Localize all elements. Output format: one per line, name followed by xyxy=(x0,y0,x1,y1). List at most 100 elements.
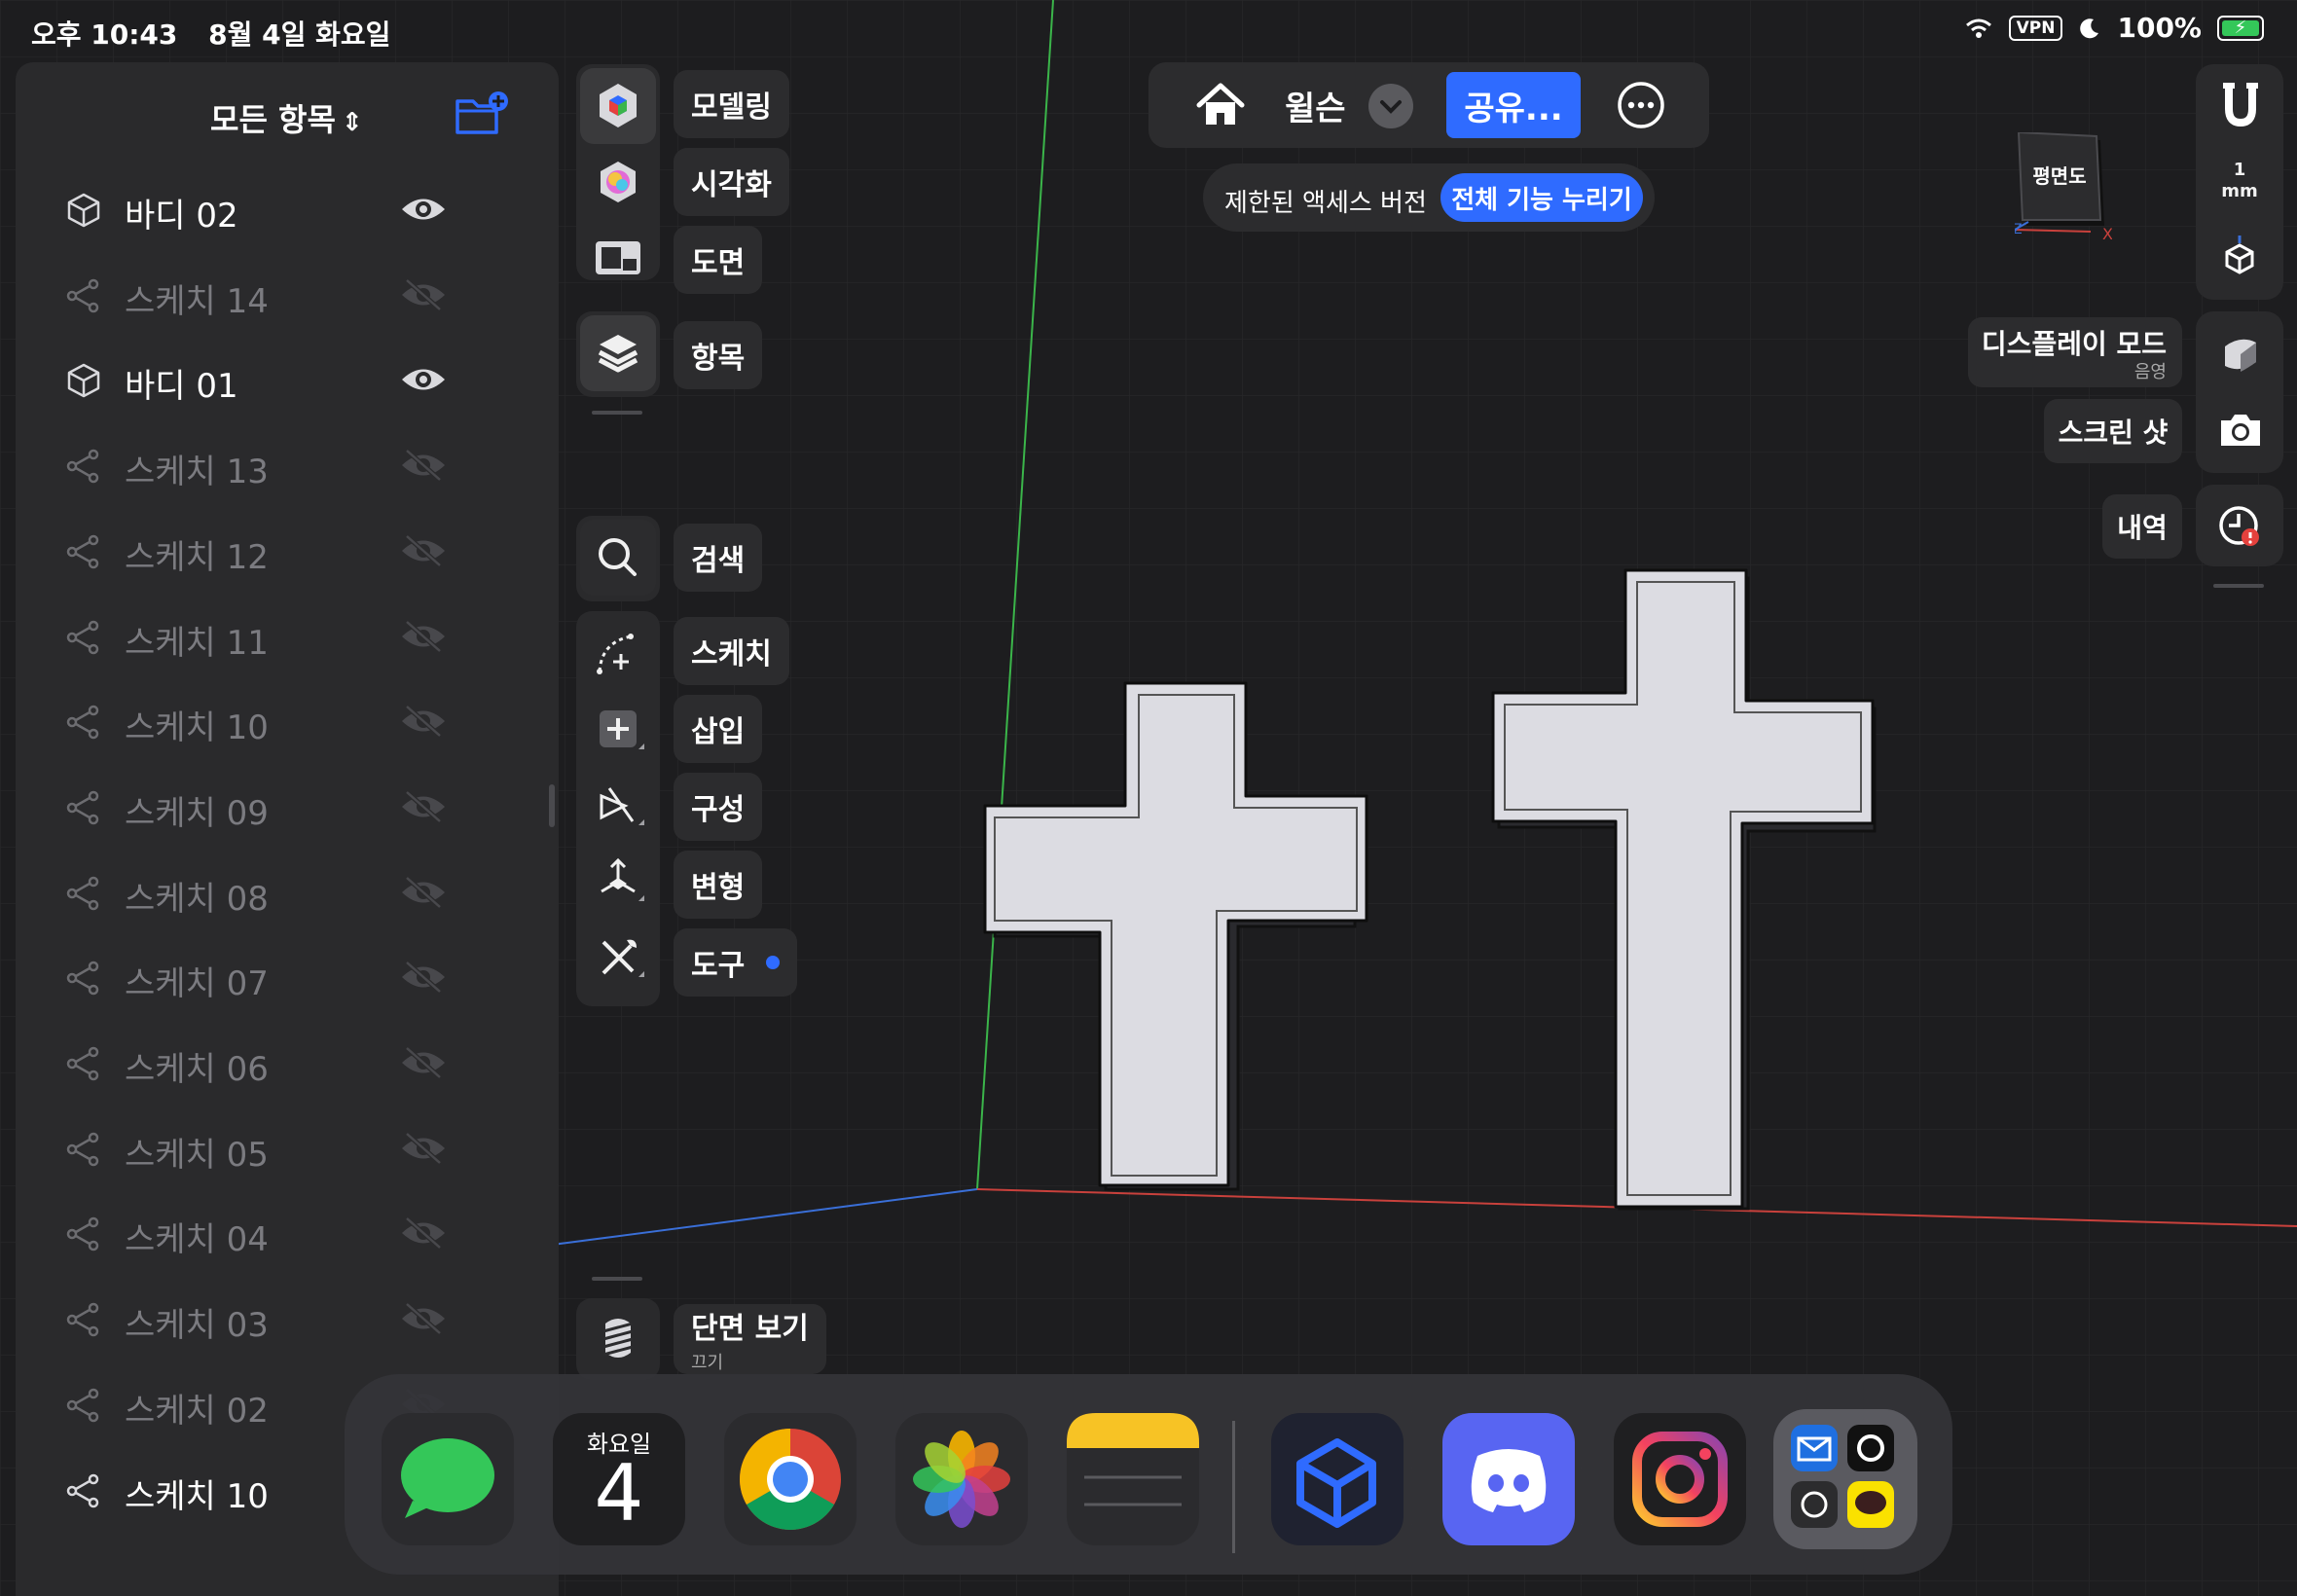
notes-icon[interactable] xyxy=(1067,1413,1199,1545)
camera-icon[interactable] xyxy=(2213,403,2268,457)
eye-hidden-icon[interactable] xyxy=(399,1216,448,1251)
app-folder-icon[interactable] xyxy=(1773,1409,1917,1549)
tools-button[interactable] xyxy=(580,919,656,995)
display-mode-icon[interactable] xyxy=(2211,325,2270,383)
updown-chevron-icon: ⇕ xyxy=(341,108,363,137)
sidebar-filter-dropdown[interactable]: 모든 항목 ⇕ xyxy=(210,95,363,140)
screenshot-label[interactable]: 스크린 샷 xyxy=(2044,399,2182,463)
view-cube[interactable]: 평면도 X Z xyxy=(2015,132,2112,239)
eye-hidden-icon[interactable] xyxy=(399,705,448,739)
workspace-visualize-button[interactable] xyxy=(580,144,656,220)
eye-hidden-icon[interactable] xyxy=(399,1302,448,1335)
calendar-icon[interactable]: 화요일 4 xyxy=(553,1413,685,1545)
shapr3d-icon[interactable] xyxy=(1271,1413,1404,1545)
sketch-button[interactable] xyxy=(580,615,656,691)
eye-icon[interactable] xyxy=(399,193,448,226)
history-label[interactable]: 내역 xyxy=(2102,494,2182,559)
eye-hidden-icon[interactable] xyxy=(399,277,448,311)
sketch-icon xyxy=(64,276,103,315)
insert-label[interactable]: 삽입 xyxy=(674,695,763,763)
toolbar-grabber[interactable] xyxy=(592,411,642,415)
share-button[interactable]: 공유... xyxy=(1446,72,1581,138)
sketch-item[interactable]: 스케치 06 xyxy=(16,1025,559,1103)
workspace-modeling-label[interactable]: 모델링 xyxy=(674,70,789,138)
workspace-visualize-label[interactable]: 시각화 xyxy=(674,148,789,216)
discord-icon[interactable] xyxy=(1442,1413,1575,1545)
item-label: 스케치 12 xyxy=(125,537,269,577)
sidebar-scrollbar[interactable] xyxy=(549,784,555,827)
sketch-item[interactable]: 스케치 14 xyxy=(16,257,559,335)
eye-hidden-icon[interactable] xyxy=(399,961,448,995)
section-view-label: 단면 보기 xyxy=(691,1312,809,1346)
upgrade-button[interactable]: 전체 기능 누리기 xyxy=(1440,173,1643,222)
messages-icon[interactable] xyxy=(382,1413,514,1545)
sketch-item[interactable]: 스케치 04 xyxy=(16,1195,559,1273)
construct-label[interactable]: 구성 xyxy=(674,773,763,841)
eye-hidden-icon[interactable] xyxy=(399,875,448,909)
eye-hidden-icon[interactable] xyxy=(399,790,448,823)
sketch-item[interactable]: 스케치 13 xyxy=(16,427,559,505)
workspace-drawing-label[interactable]: 도면 xyxy=(674,226,763,294)
more-options-icon[interactable] xyxy=(1616,80,1666,130)
sketch-item[interactable]: 스케치 08 xyxy=(16,854,559,932)
body-item[interactable]: 바디 02 xyxy=(16,171,559,249)
eye-hidden-icon[interactable] xyxy=(399,533,448,567)
new-folder-icon[interactable] xyxy=(454,90,512,138)
sketch-item[interactable]: 스케치 07 xyxy=(16,939,559,1017)
snap-increment-button[interactable]: 1 mm xyxy=(2196,160,2283,202)
item-label: 스케치 06 xyxy=(125,1050,269,1089)
item-label: 바디 01 xyxy=(125,367,238,407)
insert-button[interactable] xyxy=(580,691,656,767)
workspace-modeling-button[interactable] xyxy=(580,68,656,144)
sketch-label[interactable]: 스케치 xyxy=(674,617,789,685)
chrome-icon[interactable] xyxy=(724,1413,857,1545)
instagram-icon[interactable] xyxy=(1614,1413,1746,1545)
design-name[interactable]: 윌슨 xyxy=(1285,82,1346,129)
sketch-item[interactable]: 스케치 12 xyxy=(16,513,559,591)
design-menu-chevron-icon[interactable] xyxy=(1368,84,1413,128)
tools-label-button[interactable]: 도구 xyxy=(674,928,798,997)
section-view-button[interactable] xyxy=(580,1300,656,1376)
sketch-item[interactable]: 스케치 05 xyxy=(16,1110,559,1188)
construct-button[interactable] xyxy=(580,767,656,843)
transform-label[interactable]: 변형 xyxy=(674,851,763,919)
history-clock-icon[interactable] xyxy=(2213,498,2268,553)
sketch-item[interactable]: 스케치 09 xyxy=(16,769,559,847)
display-mode-label: 디스플레이 모드 xyxy=(1981,328,2167,360)
items-toggle-button[interactable] xyxy=(580,315,656,391)
orientation-cube-icon[interactable] xyxy=(2215,234,2264,282)
body-item[interactable]: 바디 01 xyxy=(16,342,559,419)
toolbar-grabber-bottom[interactable] xyxy=(592,1277,642,1281)
eye-hidden-icon[interactable] xyxy=(399,1131,448,1165)
items-label[interactable]: 항목 xyxy=(674,321,763,389)
search-button[interactable] xyxy=(580,520,656,596)
workspace-drawing-button[interactable] xyxy=(580,220,656,296)
right-toolbar-grabber[interactable] xyxy=(2213,584,2264,588)
sketch-icon xyxy=(64,874,103,913)
battery-icon: ⚡ xyxy=(2217,15,2264,41)
magnet-snap-icon[interactable] xyxy=(2211,78,2270,132)
limited-access-banner: 제한된 액세스 버전 전체 기능 누리기 xyxy=(1203,163,1655,232)
sketch-item[interactable]: 스케치 03 xyxy=(16,1281,559,1359)
transform-button[interactable] xyxy=(580,843,656,919)
display-mode-button[interactable]: 디스플레이 모드 음영 xyxy=(1968,317,2182,387)
search-label[interactable]: 검색 xyxy=(674,524,763,592)
app-screen: 오후 10:43 8월 4일 화요일 VPN 100% ⚡ 모든 항목 ⇕ 바디 … xyxy=(0,0,2297,1596)
sidebar-title: 모든 항목 xyxy=(210,101,336,138)
home-icon[interactable] xyxy=(1191,76,1250,134)
sketch-icon xyxy=(64,1386,103,1425)
photos-icon[interactable] xyxy=(895,1413,1028,1545)
eye-hidden-icon[interactable] xyxy=(399,1046,448,1079)
eye-icon[interactable] xyxy=(399,363,448,396)
eye-hidden-icon[interactable] xyxy=(399,619,448,653)
sketch-icon xyxy=(64,532,103,571)
section-view-label-button[interactable]: 단면 보기 끄기 xyxy=(674,1304,826,1374)
sketch-item[interactable]: 스케치 10 xyxy=(16,683,559,761)
view-cube-z-label: Z xyxy=(2015,222,2023,237)
sketch-item[interactable]: 스케치 11 xyxy=(16,598,559,676)
eye-hidden-icon[interactable] xyxy=(399,449,448,482)
sketch-icon xyxy=(64,1130,103,1169)
status-time: 오후 10:43 xyxy=(31,18,178,51)
document-top-bar: 윌슨 공유... xyxy=(1148,62,1709,148)
sketch-icon xyxy=(64,788,103,827)
